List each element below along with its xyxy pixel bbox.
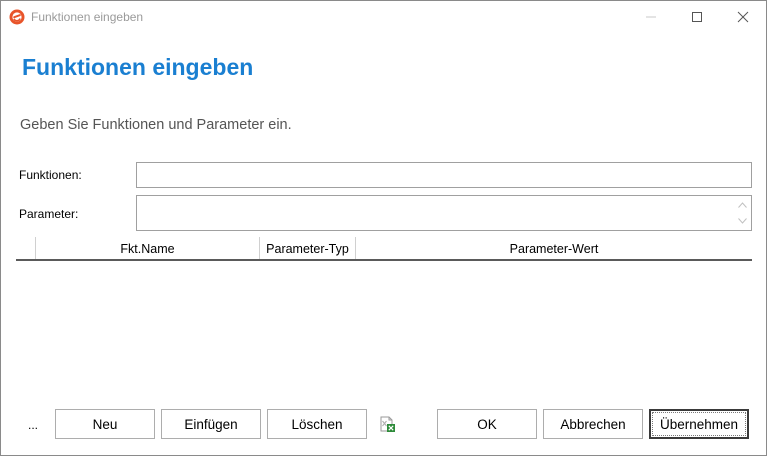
excel-export-icon[interactable] — [378, 415, 396, 433]
dialog-subtitle: Geben Sie Funktionen und Parameter ein. — [20, 117, 292, 133]
minimize-button[interactable] — [628, 1, 674, 32]
minimize-icon — [646, 16, 656, 17]
column-header-parameter-wert[interactable]: Parameter-Wert — [356, 241, 752, 257]
maximize-icon — [692, 11, 702, 22]
parameters-label: Parameter: — [19, 207, 79, 221]
new-button[interactable]: Neu — [55, 409, 155, 439]
insert-button[interactable]: Einfügen — [161, 409, 261, 439]
apply-button[interactable]: Übernehmen — [649, 409, 749, 439]
close-icon — [737, 11, 749, 22]
ok-button[interactable]: OK — [437, 409, 537, 439]
dialog-heading: Funktionen eingeben — [22, 54, 254, 80]
scroll-up-button[interactable] — [733, 197, 751, 213]
app-logo-icon — [9, 9, 25, 25]
functions-input[interactable] — [136, 162, 752, 188]
more-options-button[interactable]: ... — [23, 415, 43, 435]
column-header-fkt-name[interactable]: Fkt.Name — [36, 241, 259, 257]
title-bar[interactable]: Funktionen eingeben — [1, 1, 766, 32]
grid-body[interactable] — [16, 261, 752, 397]
chevron-up-icon — [737, 202, 747, 208]
column-header-parameter-typ[interactable]: Parameter-Typ — [260, 241, 355, 257]
chevron-down-icon — [737, 218, 747, 224]
window-title: Funktionen eingeben — [31, 10, 144, 24]
grid-header: Fkt.Name Parameter-Typ Parameter-Wert — [16, 237, 752, 261]
focus-rectangle — [652, 412, 746, 436]
maximize-button[interactable] — [674, 1, 720, 32]
functions-grid[interactable]: Fkt.Name Parameter-Typ Parameter-Wert — [16, 237, 752, 397]
functions-label: Funktionen: — [19, 168, 82, 182]
close-button[interactable] — [720, 1, 766, 32]
dialog-window: Funktionen eingeben Funktionen eingeben … — [0, 0, 767, 456]
delete-button[interactable]: Löschen — [267, 409, 367, 439]
parameters-scrollbar[interactable] — [733, 196, 751, 230]
scroll-down-button[interactable] — [733, 213, 751, 229]
cancel-button[interactable]: Abbrechen — [543, 409, 643, 439]
parameters-input[interactable] — [136, 195, 752, 231]
